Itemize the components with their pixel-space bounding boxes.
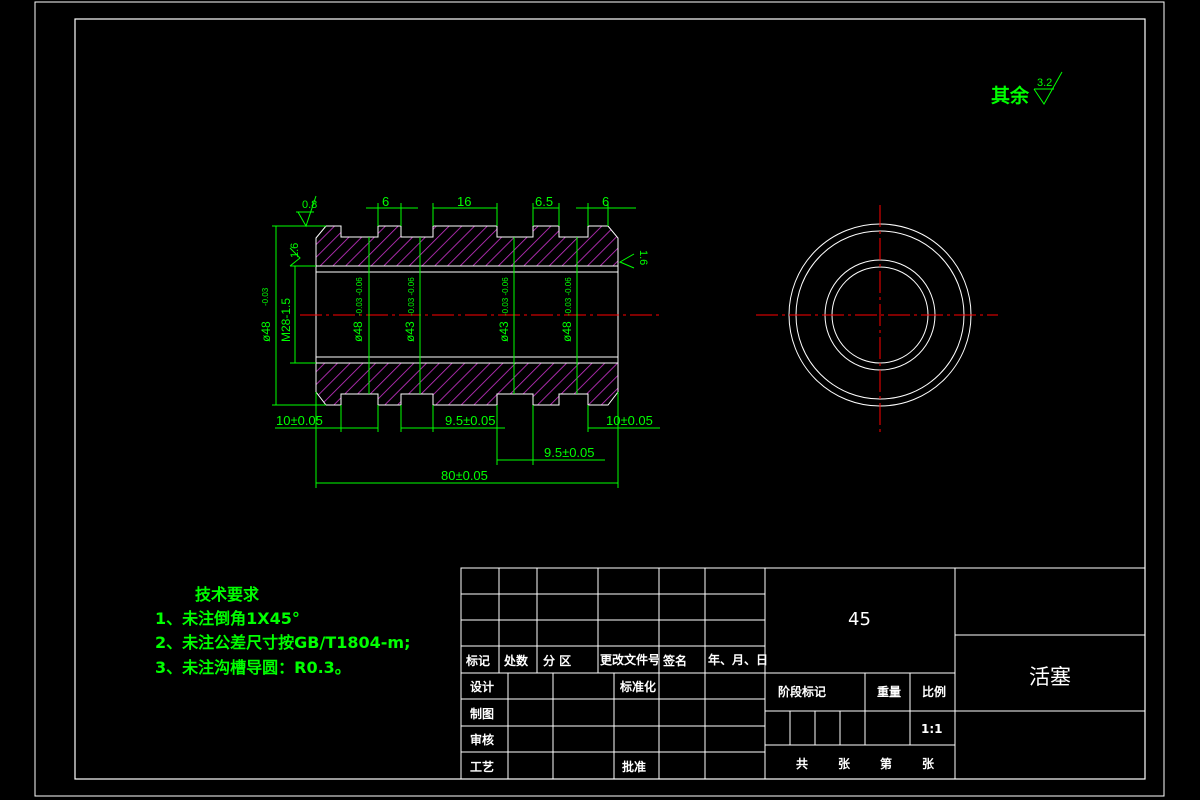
dim-d43-b: ø43	[497, 321, 511, 342]
tech-item-3: 3、未注沟槽导圆：R0.3。	[155, 658, 351, 677]
roughness-note: 其余 3.2	[991, 71, 1063, 107]
dim-d48-outer: ø48	[259, 321, 273, 342]
tb-check: 审核	[470, 732, 494, 747]
lower-wall	[315, 362, 619, 406]
upper-wall	[315, 225, 619, 267]
dim-d43-a-tol: -0.03 -0.06	[407, 277, 416, 316]
title-block-texts: 标记 处数 分 区 更改文件号 签名 年、月、日 设计 标准化 制图 审核 工艺…	[465, 609, 1071, 774]
tb-mark: 标记	[465, 653, 490, 668]
dim-top-65: 6.5	[535, 194, 553, 209]
dim-bot-right: 10±0.05	[606, 413, 653, 428]
dim-total: 80±0.05	[441, 468, 488, 483]
tb-scale: 1:1	[921, 722, 943, 736]
dim-top-16: 16	[457, 194, 471, 209]
dim-bot-mid: 9.5±0.05	[445, 413, 496, 428]
dim-d43-a: ø43	[403, 321, 417, 342]
tech-requirements: 技术要求 1、未注倒角1X45° 2、未注公差尺寸按GB/T1804-m; 3、…	[155, 585, 410, 677]
dim-top-6b: 6	[602, 194, 609, 209]
roughness-label: 其余	[991, 84, 1030, 107]
tb-sign: 签名	[662, 653, 687, 668]
tb-approve: 批准	[622, 759, 646, 774]
tb-weight: 重量	[877, 684, 901, 699]
tech-item-2: 2、未注公差尺寸按GB/T1804-m;	[155, 633, 410, 652]
tb-design: 设计	[470, 679, 494, 694]
dim-top-6a: 6	[382, 194, 389, 209]
rough-top: 0.8	[302, 199, 317, 211]
tb-draw: 制图	[470, 706, 494, 721]
tb-process: 工艺	[470, 759, 494, 774]
rough-right: 1.6	[637, 250, 649, 265]
dim-m28: M28-1.5	[279, 298, 293, 342]
tb-stage: 阶段标记	[778, 684, 826, 699]
tb-part-name: 活塞	[1029, 665, 1071, 689]
drawing-canvas: 其余 3.2 6 16 6.5 6 0.8 1.6 1.6 ø48 -0.03 …	[34, 1, 1165, 797]
dim-d48-b-tol: -0.03 -0.06	[564, 277, 573, 316]
dim-d48-b: ø48	[560, 321, 574, 342]
end-view	[756, 205, 998, 432]
dim-d48-a-tol: -0.03 -0.06	[355, 277, 364, 316]
roughness-value: 3.2	[1037, 77, 1052, 89]
tech-title: 技术要求	[195, 585, 260, 604]
tb-total: 共	[796, 756, 808, 771]
tb-count: 处数	[503, 653, 529, 668]
tb-material: 45	[848, 609, 871, 630]
dim-d43-b-tol: -0.03 -0.06	[501, 277, 510, 316]
dim-bot-left: 10±0.05	[276, 413, 323, 428]
tb-scale-label: 比例	[922, 684, 946, 699]
dim-d48-outer-tol: -0.03	[261, 287, 270, 306]
tb-sheet-1: 张	[838, 756, 851, 771]
tb-number: 第	[880, 756, 892, 771]
rough-left: 1.6	[289, 243, 301, 258]
tb-standard: 标准化	[619, 679, 656, 694]
dim-bot-lower: 9.5±0.05	[544, 445, 595, 460]
dim-d48-a: ø48	[351, 321, 365, 342]
tb-change-doc: 更改文件号	[600, 652, 660, 667]
tb-sheet-2: 张	[922, 756, 935, 771]
tech-item-1: 1、未注倒角1X45°	[155, 609, 300, 628]
tb-date: 年、月、日	[708, 652, 768, 667]
tb-zone: 分 区	[543, 653, 571, 668]
